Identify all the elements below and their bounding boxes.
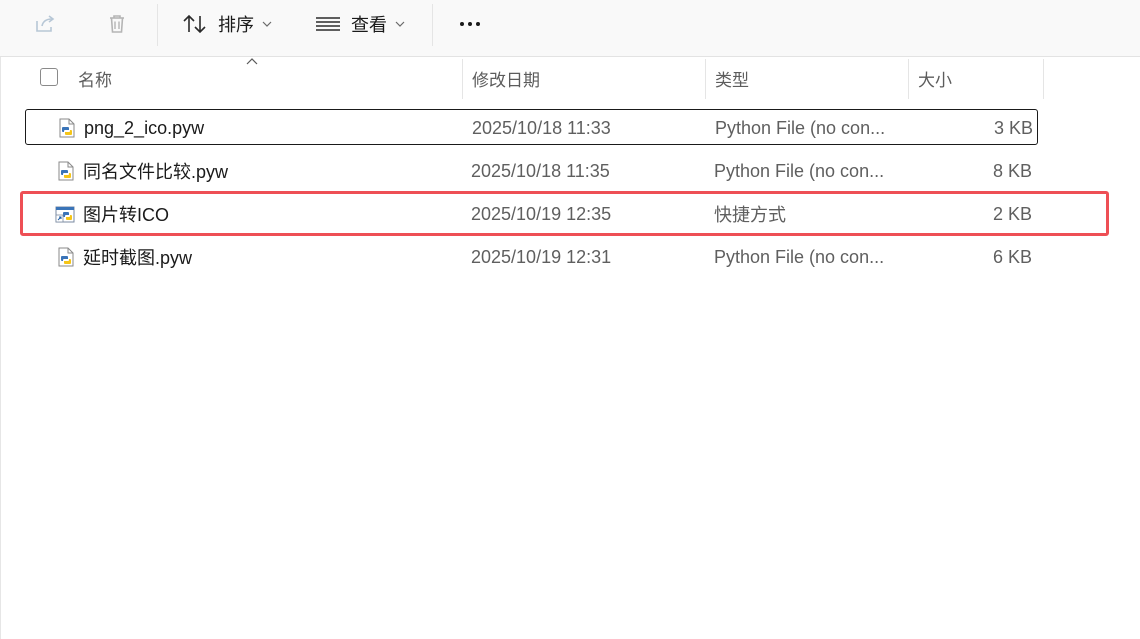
sort-icon [183, 14, 206, 34]
python-file-icon [58, 247, 74, 267]
toolbar-divider [157, 4, 158, 46]
column-divider[interactable] [908, 59, 909, 99]
python-file-icon [59, 118, 75, 138]
file-modified: 2025/10/18 11:35 [471, 160, 610, 181]
chevron-down-icon [395, 21, 405, 27]
sort-button[interactable]: 排序 [182, 8, 272, 40]
column-header-name[interactable]: 名称 [78, 57, 462, 99]
column-header-modified[interactable]: 修改日期 [472, 57, 704, 99]
view-button[interactable]: 查看 [315, 8, 405, 40]
column-divider[interactable] [462, 59, 463, 99]
file-size: 3 KB [993, 117, 1033, 138]
more-dot [476, 22, 480, 26]
column-divider[interactable] [705, 59, 706, 99]
pane-border [0, 57, 1, 639]
column-header-size[interactable]: 大小 [918, 57, 1042, 99]
file-name: 同名文件比较.pyw [83, 162, 229, 182]
highlight-box [20, 191, 1109, 236]
command-bar: 排序 查看 [0, 0, 1140, 57]
column-divider[interactable] [1043, 59, 1044, 99]
file-name: png_2_ico.pyw [84, 117, 205, 138]
toolbar-divider [432, 4, 433, 46]
column-type-label: 类型 [715, 70, 749, 90]
file-name: 延时截图.pyw [83, 248, 193, 268]
delete-button[interactable] [97, 8, 137, 40]
column-modified-label: 修改日期 [472, 70, 540, 90]
sort-label: 排序 [218, 15, 254, 35]
column-size-label: 大小 [918, 70, 952, 90]
file-type: Python File (no con... [714, 246, 885, 267]
share-icon [36, 15, 55, 32]
file-row[interactable]: 同名文件比较.pyw 2025/10/18 11:35 Python File … [25, 153, 1038, 189]
chevron-down-icon [262, 21, 272, 27]
python-file-icon [58, 161, 74, 181]
more-options-button[interactable] [454, 8, 486, 40]
file-type: Python File (no con... [715, 117, 886, 138]
file-modified: 2025/10/19 12:31 [471, 246, 612, 267]
column-header: 名称 修改日期 类型 大小 [0, 57, 1044, 99]
trash-icon [110, 15, 124, 33]
more-dot [468, 22, 472, 26]
column-header-type[interactable]: 类型 [715, 57, 907, 99]
view-label: 查看 [351, 15, 387, 35]
more-horizontal-icon [460, 22, 464, 26]
file-size: 8 KB [992, 160, 1032, 181]
file-size: 6 KB [992, 246, 1032, 267]
select-all-checkbox[interactable] [40, 68, 58, 86]
file-row[interactable]: 延时截图.pyw 2025/10/19 12:31 Python File (n… [25, 239, 1038, 275]
share-button[interactable] [25, 8, 65, 40]
file-type: Python File (no con... [714, 160, 885, 181]
file-modified: 2025/10/18 11:33 [472, 117, 611, 138]
view-list-icon [316, 17, 340, 31]
file-row[interactable]: png_2_ico.pyw 2025/10/18 11:33 Python Fi… [25, 109, 1038, 145]
column-name-label: 名称 [78, 70, 112, 90]
